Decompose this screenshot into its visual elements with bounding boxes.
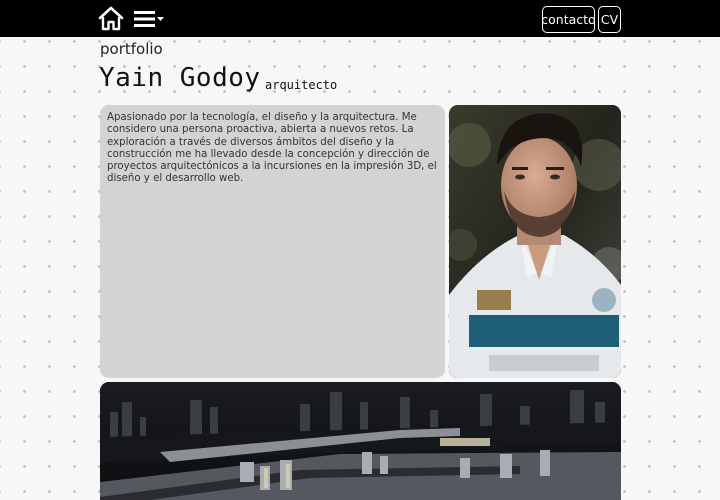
contact-button[interactable]: contacto [541, 6, 596, 33]
cv-button[interactable]: CV [598, 6, 621, 33]
page-subtitle: arquitecto [265, 78, 338, 92]
home-icon[interactable] [97, 5, 125, 32]
hamburger-menu-icon[interactable] [133, 8, 167, 30]
bio-text: Apasionado por la tecnología, el diseño … [107, 112, 437, 185]
project-image [100, 382, 621, 500]
page-title: Yain Godoy [99, 63, 261, 93]
page-kicker: portfolio [100, 40, 163, 58]
bio-card: Apasionado por la tecnología, el diseño … [100, 105, 445, 378]
chevron-down-icon [157, 17, 164, 21]
top-navbar: contacto CV [0, 0, 720, 37]
portrait-photo [449, 105, 621, 378]
